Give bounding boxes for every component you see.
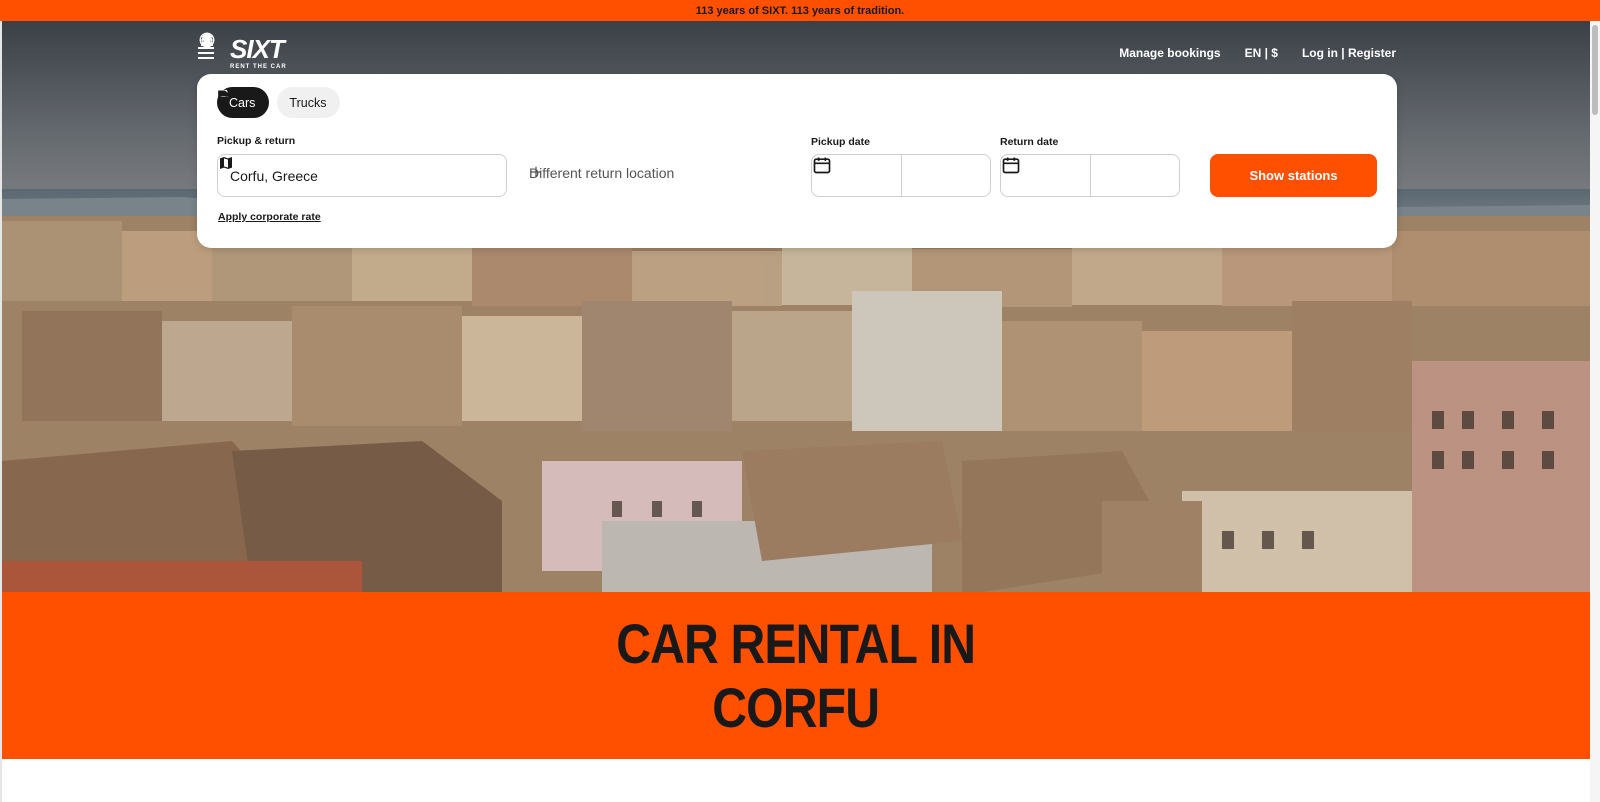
manage-bookings-link[interactable]: Manage bookings xyxy=(201,34,1221,60)
page: SIXT RENT THE CAR Manage bookings EN | $… xyxy=(0,21,1590,802)
return-date-input[interactable] xyxy=(1001,155,1091,196)
pickup-return-label: Pickup & return xyxy=(217,135,296,147)
logo-tagline: RENT THE CAR xyxy=(230,64,287,70)
truck-icon xyxy=(218,90,230,99)
promo-text: 113 years of SIXT. 113 years of traditio… xyxy=(695,4,905,17)
pickup-date-label: Pickup date xyxy=(811,136,870,148)
pickup-location-value: Corfu, Greece xyxy=(230,167,318,184)
hero-image: SIXT RENT THE CAR Manage bookings EN | $… xyxy=(2,21,1590,592)
nav-actions: Manage bookings EN | $ Log in | Register xyxy=(199,32,1396,60)
page-scrollbar[interactable] xyxy=(1590,21,1600,802)
top-navigation: SIXT RENT THE CAR Manage bookings EN | $… xyxy=(198,31,1396,75)
booking-widget: Cars Trucks Pickup & return Corfu, Greec… xyxy=(197,74,1397,248)
calendar-icon xyxy=(813,157,831,174)
language-currency-label: EN | $ xyxy=(1244,46,1278,60)
different-return-label: Different return location xyxy=(529,165,675,181)
logo-wordmark: SIXT xyxy=(230,34,285,64)
different-return-location-button[interactable]: Different return location xyxy=(529,165,674,181)
return-time-input[interactable] xyxy=(1091,155,1179,196)
pickup-date-input[interactable] xyxy=(812,155,902,196)
tab-trucks[interactable]: Trucks xyxy=(218,87,341,118)
pickup-location-input[interactable]: Corfu, Greece xyxy=(217,154,507,197)
login-register-link[interactable]: Log in | Register xyxy=(201,34,1396,60)
return-date-field[interactable] xyxy=(1000,154,1180,197)
page-title-line-1: CAR RENTAL IN xyxy=(616,611,977,675)
login-register-label: Log in | Register xyxy=(1301,46,1396,60)
plus-icon xyxy=(530,166,542,178)
page-title-band: CAR RENTAL IN CORFU xyxy=(2,592,1590,759)
scrollbar-thumb[interactable] xyxy=(1592,25,1598,115)
apply-corporate-rate-link[interactable]: Apply corporate rate xyxy=(218,211,321,223)
page-title: CAR RENTAL IN CORFU xyxy=(616,611,977,740)
manage-bookings-label: Manage bookings xyxy=(1119,46,1221,60)
map-icon xyxy=(220,157,232,169)
calendar-icon xyxy=(1002,157,1020,174)
pickup-date-field[interactable] xyxy=(811,154,991,197)
return-date-label: Return date xyxy=(1000,136,1059,148)
user-icon xyxy=(201,34,213,46)
show-stations-button[interactable]: Show stations xyxy=(1210,154,1377,197)
language-currency-selector[interactable]: EN | $ xyxy=(199,32,1278,60)
tab-trucks-label: Trucks xyxy=(289,95,327,110)
sixt-logo[interactable]: SIXT RENT THE CAR xyxy=(230,36,287,70)
pickup-time-input[interactable] xyxy=(902,155,990,196)
tab-cars-label: Cars xyxy=(229,95,256,110)
page-title-line-2: CORFU xyxy=(712,675,881,739)
vehicle-type-tabs: Cars Trucks xyxy=(217,87,341,118)
promo-banner: 113 years of SIXT. 113 years of traditio… xyxy=(0,0,1600,21)
